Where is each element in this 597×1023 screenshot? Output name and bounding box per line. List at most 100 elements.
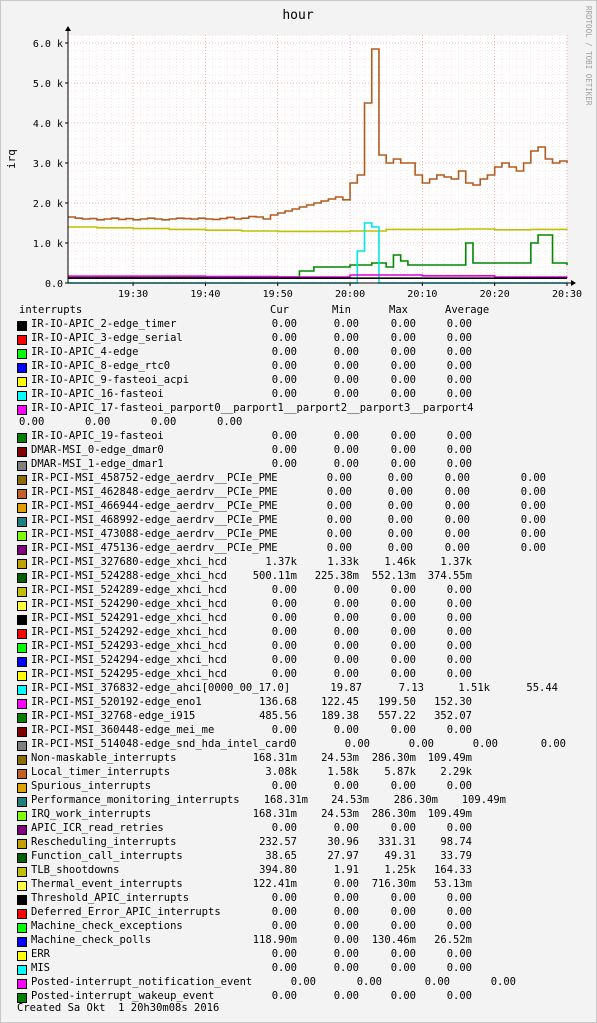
legend-value: 0.00 (446, 388, 472, 400)
legend-value: 0.00 (271, 724, 297, 736)
legend-swatch (17, 531, 27, 541)
legend-value: 0.00 (408, 738, 434, 750)
legend-row: IR-PCI-MSI_524289-edge_xhci_hcd 0.00 0.00 0… (1, 584, 597, 598)
legend-value: 0.00 (85, 416, 111, 428)
x-tick-label: 20:00 (335, 289, 365, 300)
legend-name: Posted-interrupt_notification_event (31, 976, 253, 988)
legend-value: 0.00 (151, 416, 177, 428)
legend-value: 1.58k (327, 766, 359, 778)
legend-value: 331.31 (378, 836, 416, 848)
legend-value: 0.00 (271, 822, 297, 834)
legend-value: 0.00 (271, 906, 297, 918)
legend-value: 0.00 (326, 500, 352, 512)
irq-chart: 0.0 1.0 k 2.0 k 3.0 k 4.0 k 5.0 k 6.0 k 19:30 19… (1, 1, 596, 301)
legend-swatch (17, 601, 27, 611)
legend-value: 0.00 (444, 500, 470, 512)
legend-swatch (17, 699, 27, 709)
legend-row: Thermal_event_interrupts 122.41m 0.00 716.3… (1, 878, 597, 892)
legend-value: 0.00 (446, 920, 472, 932)
x-tick-label: 19:40 (190, 289, 220, 300)
legend-value: 0.00 (271, 458, 297, 470)
legend-name: Local_timer_interrupts (31, 766, 171, 778)
legend-value: 0.00 (326, 542, 352, 554)
legend-row: IR-PCI-MSI_360448-edge_mei_me 0.00 0.00 0.0… (1, 724, 597, 738)
legend-name: IR-PCI-MSI_524290-edge_xhci_hcd (31, 598, 227, 610)
x-tick-label: 19:30 (118, 289, 148, 300)
x-tick-label: 20:30 (552, 289, 582, 300)
legend-value: 7.13 (398, 682, 424, 694)
legend-row: Machine_check_exceptions 0.00 0.00 0.00 0.00 (1, 920, 597, 934)
legend-row: IR-PCI-MSI_524295-edge_xhci_hcd 0.00 0.00 0… (1, 668, 597, 682)
legend-swatch (17, 517, 27, 527)
legend-value: 0.00 (390, 724, 416, 736)
legend-row: IR-PCI-MSI_524293-edge_xhci_hcd 0.00 0.00 0… (1, 640, 597, 654)
legend-value: 0.00 (333, 948, 359, 960)
legend-value: 0.00 (444, 528, 470, 540)
legend-value: 49.31 (384, 850, 416, 862)
legend-value: 2.29k (440, 766, 472, 778)
legend-value: 0.00 (333, 724, 359, 736)
legend-swatch (17, 923, 27, 933)
legend-swatch (17, 783, 27, 793)
legend-swatch (17, 867, 27, 877)
legend-value: 0.00 (390, 962, 416, 974)
x-tick-label: 20:10 (407, 289, 437, 300)
legend-value: 24.53m (331, 794, 369, 806)
legend-value: 0.00 (333, 346, 359, 358)
legend-row: Function_call_interrupts 38.65 27.97 49.31 3… (1, 850, 597, 864)
legend-swatch (17, 965, 27, 975)
legend-name: Deferred_Error_APIC_interrupts (31, 906, 221, 918)
legend-row: Non-maskable_interrupts 168.31m 24.53m 286.… (1, 752, 597, 766)
legend-value: 0.00 (326, 472, 352, 484)
legend-name: MIS (31, 962, 50, 974)
legend-value: 485.56 (259, 710, 297, 722)
legend-value: 0.00 (390, 892, 416, 904)
legend-value: 0.00 (446, 346, 472, 358)
legend-name: TLB_shootdowns (31, 864, 120, 876)
y-tick-label: 0.0 (45, 279, 63, 290)
legend-value: 0.00 (333, 668, 359, 680)
legend-value: 0.00 (390, 318, 416, 330)
legend-value: 189.38 (321, 710, 359, 722)
legend-row: ERR 0.00 0.00 0.00 0.00 (1, 948, 597, 962)
legend-value: 168.31m (252, 808, 297, 820)
legend-name: IR-IO-APIC_3-edge_serial (31, 332, 183, 344)
legend-value: 0.00 (446, 444, 472, 456)
legend-value: 0.00 (333, 654, 359, 666)
legend-value: 0.00 (271, 892, 297, 904)
legend-value: 0.00 (390, 822, 416, 834)
legend-value: 0.00 (390, 360, 416, 372)
legend-value: 0.00 (344, 738, 370, 750)
legend-value: 0.00 (333, 892, 359, 904)
legend-name: IR-PCI-MSI_473088-edge_aerdrv__PCIe_PME (31, 528, 278, 540)
legend-value: 0.00 (520, 542, 546, 554)
legend-name: IR-PCI-MSI_468992-edge_aerdrv__PCIe_PME (31, 514, 278, 526)
legend-value: 0.00 (333, 388, 359, 400)
legend-value: 716.30m (371, 878, 416, 890)
legend-value: 0.00 (333, 878, 359, 890)
legend-value: 0.00 (271, 430, 297, 442)
legend-value: 1.51k (458, 682, 490, 694)
legend-row: IR-IO-APIC_19-fasteoi 0.00 0.00 0.00 0.00 (1, 430, 597, 444)
legend-value: 0.00 (520, 514, 546, 526)
legend-value: 0.00 (333, 584, 359, 596)
legend-value: 0.00 (271, 318, 297, 330)
y-tick-label: 6.0 k (33, 39, 63, 50)
legend-value: 0.00 (271, 640, 297, 652)
legend-value: 0.00 (444, 486, 470, 498)
legend-value: 26.52m (434, 934, 472, 946)
legend-row: IR-IO-APIC_3-edge_serial 0.00 0.00 0.00 0.00 (1, 332, 597, 346)
legend-value: 225.38m (314, 570, 359, 582)
legend-name: IR-PCI-MSI_327680-edge_xhci_hcd (31, 556, 227, 568)
legend-value: 1.37k (265, 556, 297, 568)
legend-swatch (17, 727, 27, 737)
y-tick-label: 5.0 k (33, 79, 63, 90)
legend-value: 0.00 (333, 822, 359, 834)
legend-swatch (17, 349, 27, 359)
legend-value: 130.46m (371, 934, 416, 946)
legend-swatch (17, 545, 27, 555)
y-tick-label: 4.0 k (33, 119, 63, 130)
legend-row: IR-PCI-MSI_466944-edge_aerdrv__PCIe_PME 0… (1, 500, 597, 514)
legend-value: 0.00 (540, 738, 566, 750)
legend-value: 0.00 (271, 332, 297, 344)
